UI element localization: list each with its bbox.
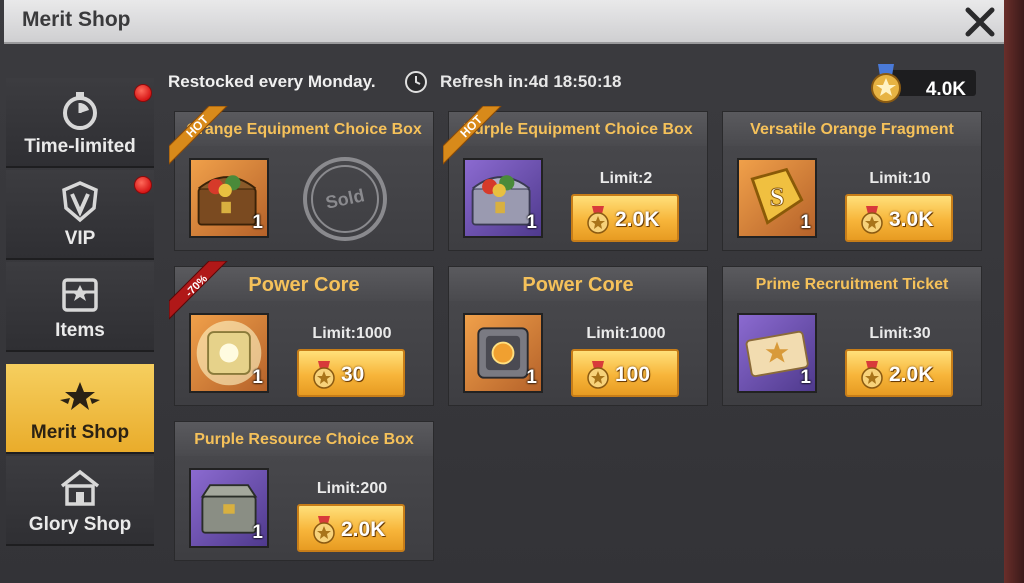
vip-shield-icon xyxy=(62,181,98,223)
item-name: Power Core xyxy=(522,274,634,296)
item-name: Prime Recruitment Ticket xyxy=(755,276,949,293)
item-icon-frame: S 1 xyxy=(737,158,817,238)
refresh-timer: Refresh in:4d 18:50:18 xyxy=(440,72,622,91)
restock-info: Restocked every Monday. xyxy=(168,72,376,91)
notification-badge xyxy=(134,176,152,194)
price-label: 30 xyxy=(341,363,365,386)
item-icon-frame: 1 xyxy=(463,313,543,393)
sidebar-item-label: VIP xyxy=(64,228,96,249)
merit-medal-icon xyxy=(861,361,883,389)
buy-button[interactable]: 30 xyxy=(297,349,405,397)
item-quantity: 1 xyxy=(252,367,263,388)
purchase-limit: Limit:200 xyxy=(316,480,388,497)
shop-item-card[interactable]: Purple Resource Choice Box 1 Limit:200 2… xyxy=(174,421,434,561)
sidebar: Time-limited VIP Items Merit Shop Glory … xyxy=(6,78,154,583)
sidebar-item-glory-shop[interactable]: Glory Shop xyxy=(6,456,154,546)
purchase-limit: Limit:1000 xyxy=(312,325,392,342)
hot-ribbon: HOT xyxy=(443,106,502,165)
window-title: Merit Shop xyxy=(22,8,131,31)
purchase-limit: Limit:2 xyxy=(599,170,653,187)
stopwatch-icon xyxy=(63,92,97,130)
merit-shop-window: Merit Shop Time-limited VIP Items Merit … xyxy=(0,0,1024,583)
buy-button[interactable]: 2.0K xyxy=(571,194,679,242)
item-quantity: 1 xyxy=(252,522,263,543)
sidebar-item-time-limited[interactable]: Time-limited xyxy=(6,78,154,168)
discount-ribbon: -70% xyxy=(169,261,228,320)
merit-medal-icon xyxy=(861,206,883,234)
price-label: 2.0K xyxy=(341,518,386,541)
price-label: 2.0K xyxy=(889,363,934,386)
price-label: 2.0K xyxy=(615,208,660,231)
merit-medal-icon xyxy=(313,361,335,389)
item-quantity: 1 xyxy=(526,212,537,233)
sidebar-item-label: Time-limited xyxy=(24,136,136,157)
shop-building-icon xyxy=(60,469,100,506)
purchase-limit: Limit:30 xyxy=(869,325,931,342)
sold-stamp-icon: Sold xyxy=(303,157,387,241)
close-icon[interactable] xyxy=(960,2,1000,42)
buy-button[interactable]: 3.0K xyxy=(845,194,953,242)
price-label: 100 xyxy=(615,363,651,386)
merit-medal-icon xyxy=(871,64,901,103)
merit-medal-icon xyxy=(313,516,335,544)
chest-icon xyxy=(62,278,98,312)
title-bar: Merit Shop xyxy=(4,0,1004,44)
sidebar-item-label: Items xyxy=(55,320,105,341)
shop-item-card[interactable]: Versatile Orange Fragment S 1 Limit:10 3… xyxy=(722,111,982,251)
merit-medal-icon xyxy=(587,206,609,234)
sidebar-item-vip[interactable]: VIP xyxy=(6,170,154,260)
star-wings-icon xyxy=(60,382,100,410)
shop-item-card[interactable]: Power Core 1 Limit:1000 30 -70% xyxy=(169,261,434,406)
background-edge xyxy=(1004,0,1024,583)
sidebar-item-items[interactable]: Items xyxy=(6,262,154,352)
price-label: 3.0K xyxy=(889,208,934,231)
sold-label: Sold xyxy=(324,185,366,213)
item-name: Versatile Orange Fragment xyxy=(750,121,954,138)
merit-currency: 4.0K xyxy=(868,64,978,103)
item-icon-frame: 1 xyxy=(737,313,817,393)
item-quantity: 1 xyxy=(800,367,811,388)
item-quantity: 1 xyxy=(252,212,263,233)
buy-button[interactable]: 2.0K xyxy=(297,504,405,552)
notification-badge xyxy=(134,84,152,102)
item-quantity: 1 xyxy=(526,367,537,388)
svg-text:S: S xyxy=(770,182,785,212)
shop-item-card[interactable]: Prime Recruitment Ticket 1 Limit:30 2.0K xyxy=(722,266,982,406)
sidebar-item-merit-shop[interactable]: Merit Shop xyxy=(6,364,154,454)
currency-amount: 4.0K xyxy=(925,79,966,100)
item-name: Purple Resource Choice Box xyxy=(194,431,414,448)
buy-button[interactable]: 100 xyxy=(571,349,679,397)
shop-item-card[interactable]: Purple Equipment Choice Box 1 Limit:2 2.… xyxy=(443,106,708,251)
purchase-limit: Limit:1000 xyxy=(586,325,666,342)
sidebar-item-label: Merit Shop xyxy=(30,422,130,443)
sidebar-item-label: Glory Shop xyxy=(28,514,132,535)
shop-item-card[interactable]: Power Core 1 Limit:1000 100 xyxy=(448,266,708,406)
clock-icon xyxy=(405,71,427,93)
buy-button[interactable]: 2.0K xyxy=(845,349,953,397)
purchase-limit: Limit:10 xyxy=(869,170,931,187)
item-icon-frame: 1 xyxy=(189,468,269,548)
item-quantity: 1 xyxy=(800,212,811,233)
merit-medal-icon xyxy=(587,361,609,389)
shop-item-card[interactable]: Orange Equipment Choice Box 1 Sold HOT xyxy=(169,106,434,251)
hot-ribbon: HOT xyxy=(169,106,228,165)
